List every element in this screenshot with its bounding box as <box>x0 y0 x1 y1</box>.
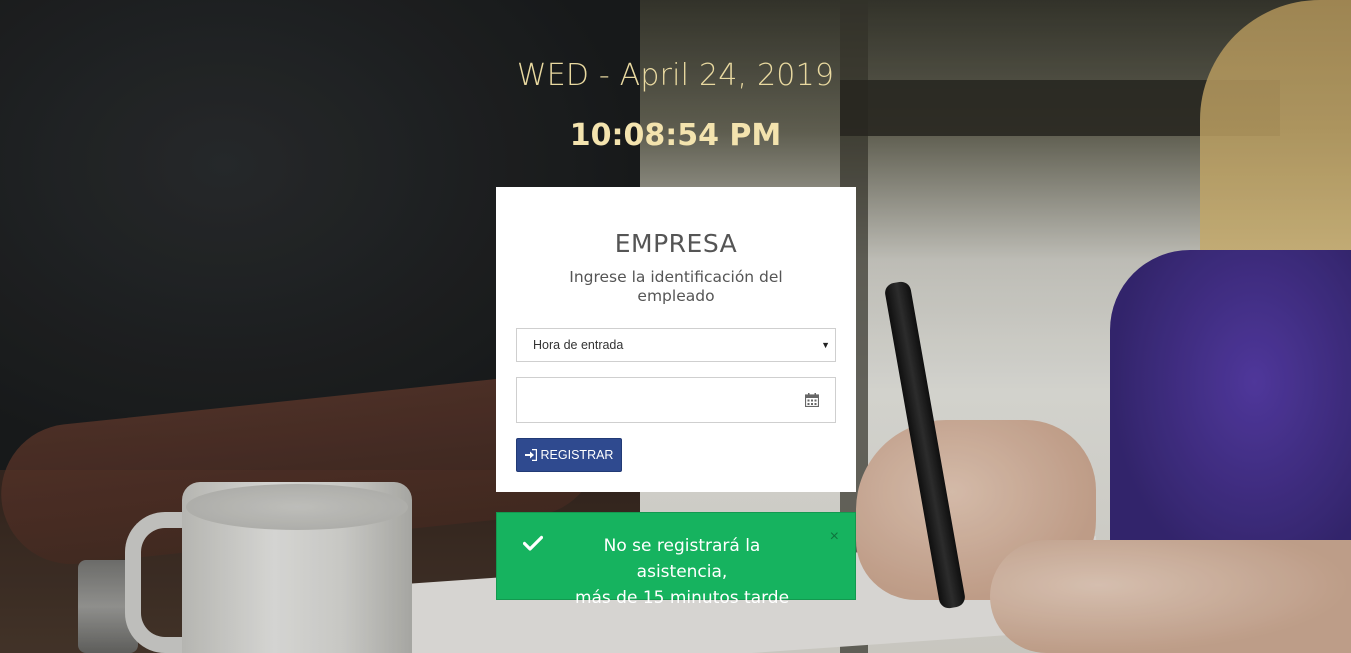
alert-message: No se registrará la asistencia, más de 1… <box>557 533 807 611</box>
check-icon <box>523 535 543 551</box>
late-alert: No se registrará la asistencia, más de 1… <box>496 512 856 608</box>
calendar-icon[interactable] <box>805 393 819 407</box>
alert-message-line2: más de 15 minutos tarde <box>574 588 790 608</box>
caret-down-icon: ▼ <box>821 340 830 350</box>
register-button-label: REGISTRAR <box>540 448 614 462</box>
employee-id-input[interactable] <box>516 377 836 423</box>
date-display: WED - April 24, 2019 <box>516 58 835 93</box>
time-display: 10:08:54 PM <box>569 118 782 153</box>
register-button[interactable]: REGISTRAR <box>516 438 622 472</box>
attendance-card: EMPRESA Ingrese la identificación del em… <box>496 187 856 492</box>
close-icon[interactable]: × <box>830 529 839 545</box>
entry-type-select[interactable]: Hora de entrada ▼ <box>516 328 836 362</box>
sign-in-icon <box>524 449 537 461</box>
company-title: EMPRESA <box>614 229 738 258</box>
alert-message-line1: No se registrará la asistencia, <box>603 536 761 582</box>
instructions-text: Ingrese la identificación del empleado <box>569 268 783 305</box>
entry-type-selected: Hora de entrada <box>533 338 624 352</box>
